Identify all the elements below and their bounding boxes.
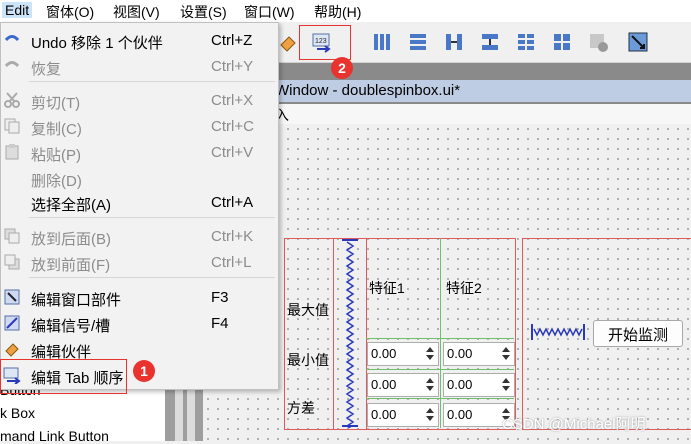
- menu-item-undo[interactable]: Undo 移除 1 个伙伴 Ctrl+Z: [1, 27, 278, 53]
- grid-divider: [366, 369, 514, 370]
- annotation-badge-1: 1: [133, 360, 155, 382]
- spin-arrows-icon[interactable]: [500, 376, 512, 393]
- undo-icon: [4, 35, 20, 42]
- lay-out-in-form-icon[interactable]: [515, 31, 537, 53]
- menu-form[interactable]: 窗体(O): [46, 2, 94, 22]
- cut-icon: [4, 92, 20, 108]
- lay-out-vertically-icon[interactable]: [407, 31, 429, 53]
- row-label-variance: 方差: [287, 400, 315, 416]
- row-label-min: 最小值: [287, 352, 329, 368]
- annotation-badge-2: 2: [331, 57, 353, 79]
- menu-separator: [29, 217, 275, 218]
- menu-item-delete[interactable]: 删除(D): [1, 165, 278, 191]
- widget-box-item[interactable]: k Box: [0, 405, 35, 421]
- edit-buddies-icon: [5, 343, 19, 357]
- highlight-edit-tab-order: [0, 359, 127, 394]
- redo-icon: [4, 61, 20, 68]
- double-spinbox[interactable]: 0.00: [443, 342, 515, 366]
- highlight-tab-order-toolbar: [299, 25, 351, 60]
- lay-out-horizontally-icon[interactable]: [371, 31, 393, 53]
- row-label-max: 最大值: [287, 302, 329, 318]
- spin-grid-layout: [366, 238, 516, 430]
- menu-item-select-all[interactable]: 选择全部(A) Ctrl+A: [1, 189, 278, 215]
- menu-window[interactable]: 窗口(W): [244, 2, 295, 22]
- spin-arrows-icon[interactable]: [424, 376, 436, 393]
- menu-edit[interactable]: Edit: [2, 2, 33, 18]
- menu-item-redo[interactable]: 恢复 Ctrl+Y: [1, 53, 278, 79]
- edit-widgets-icon: [4, 289, 20, 305]
- menu-item-paste[interactable]: 粘贴(P) Ctrl+V: [1, 139, 278, 165]
- start-monitor-button[interactable]: 开始监测: [593, 320, 683, 347]
- paste-icon: [5, 144, 19, 160]
- menu-help[interactable]: 帮助(H): [314, 2, 361, 22]
- adjust-size-icon[interactable]: [627, 31, 649, 53]
- menu-item-bring-to-front[interactable]: 放到前面(F) Ctrl+L: [1, 249, 278, 275]
- form-title-bar[interactable]: Window - doublespinbox.ui*: [275, 80, 691, 102]
- grid-divider: [366, 338, 514, 339]
- menu-item-edit-signals-slots[interactable]: 编辑信号/槽 F4: [1, 310, 278, 336]
- grid-divider: [440, 238, 441, 428]
- vertical-splitter-icon[interactable]: [479, 31, 501, 53]
- horizontal-splitter-icon[interactable]: [443, 31, 465, 53]
- menu-item-copy[interactable]: 复制(C) Ctrl+C: [1, 113, 278, 139]
- grid-divider: [366, 398, 514, 399]
- copy-icon: [4, 118, 20, 134]
- double-spinbox[interactable]: 0.00: [367, 403, 439, 427]
- menu-item-send-to-back[interactable]: 放到后面(B) Ctrl+K: [1, 223, 278, 249]
- double-spinbox[interactable]: 0.00: [367, 342, 439, 366]
- menu-item-cut[interactable]: 剪切(T) Ctrl+X: [1, 87, 278, 113]
- form-title: Window - doublespinbox.ui*: [275, 82, 461, 99]
- menu-separator: [29, 277, 275, 278]
- menu-settings[interactable]: 设置(S): [180, 2, 227, 22]
- edit-buddies-icon[interactable]: [277, 31, 299, 53]
- send-to-back-icon: [4, 228, 20, 244]
- horizontal-spacer[interactable]: [530, 322, 586, 342]
- vertical-spacer[interactable]: [340, 238, 360, 428]
- menubar: Edit 窗体(O) 视图(V) 设置(S) 窗口(W) 帮助(H): [0, 0, 691, 23]
- menu-view[interactable]: 视图(V): [113, 2, 160, 22]
- header-feature2: 特征2: [446, 280, 482, 296]
- header-feature1: 特征1: [369, 280, 405, 296]
- lay-out-in-grid-icon[interactable]: [551, 31, 573, 53]
- widget-box-item[interactable]: mand Link Button: [0, 428, 109, 444]
- edit-signals-slots-icon: [4, 315, 20, 331]
- spin-arrows-icon[interactable]: [500, 345, 512, 362]
- break-layout-icon[interactable]: [587, 31, 609, 53]
- edit-context-menu: Undo 移除 1 个伙伴 Ctrl+Z 恢复 Ctrl+Y 剪切(T) Ctrl+X…: [0, 22, 279, 390]
- menu-item-edit-widgets[interactable]: 编辑窗口部件 F3: [1, 284, 278, 310]
- spin-arrows-icon[interactable]: [424, 345, 436, 362]
- bring-to-front-icon: [4, 254, 20, 270]
- spin-arrows-icon[interactable]: [424, 406, 436, 423]
- watermark: CSDN @Michael阿明: [502, 416, 646, 433]
- menu-separator: [29, 81, 275, 82]
- double-spinbox[interactable]: 0.00: [443, 373, 515, 397]
- double-spinbox[interactable]: 0.00: [367, 373, 439, 397]
